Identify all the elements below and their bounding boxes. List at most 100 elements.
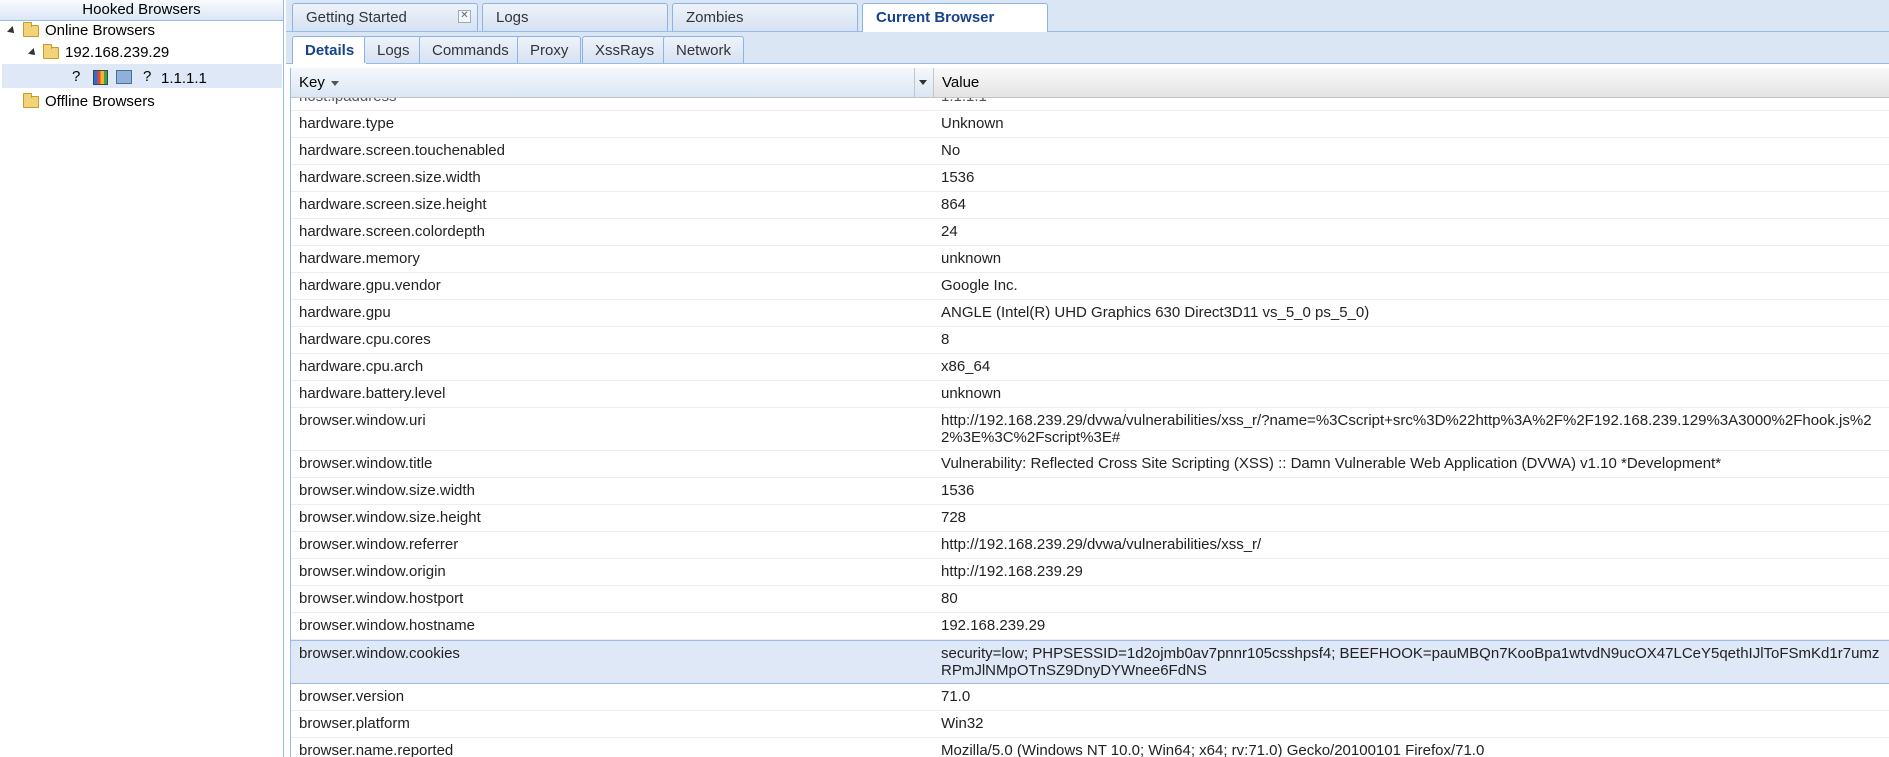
table-row[interactable]: hardware.memory unknown [291, 246, 1889, 273]
table-row[interactable]: hardware.type Unknown [291, 111, 1889, 138]
row-key: hardware.memory [299, 250, 420, 267]
table-row[interactable]: hardware.gpu ANGLE (Intel(R) UHD Graphics… [291, 300, 1889, 327]
table-row[interactable]: browser.platform Win32 [291, 711, 1889, 738]
column-header-value[interactable]: Value [934, 68, 1889, 97]
row-key: hardware.screen.size.height [299, 196, 487, 213]
tab-commands[interactable]: Commands [419, 36, 522, 63]
row-key: hardware.gpu.vendor [299, 277, 441, 294]
table-row[interactable]: hardware.gpu.vendor Google Inc. [291, 273, 1889, 300]
panel-title: Hooked Browsers [0, 0, 283, 21]
table-row[interactable]: browser.window.origin http://192.168.239.… [291, 559, 1889, 586]
tab-label: XssRays [595, 42, 655, 59]
tab-network[interactable]: Network [663, 36, 745, 63]
folder-icon [43, 44, 59, 59]
hooked-browsers-panel: Hooked Browsers Online Browsers 192.168.… [0, 0, 284, 757]
row-key: hardware.type [299, 115, 395, 132]
tab-getting-started[interactable]: Getting Started ✕ [292, 3, 478, 31]
table-row[interactable]: hardware.screen.size.width 1536 [291, 165, 1889, 192]
row-value: Unknown [941, 115, 1004, 132]
row-value: ANGLE (Intel(R) UHD Graphics 630 Direct3… [941, 304, 1370, 321]
table-row[interactable]: browser.window.hostport 80 [291, 586, 1889, 613]
table-row[interactable]: hardware.cpu.cores 8 [291, 327, 1889, 354]
row-key: browser.window.cookies [299, 645, 460, 662]
row-key: hardware.screen.touchenabled [299, 142, 505, 159]
row-key: hardware.screen.size.width [299, 169, 481, 186]
main-panel: Getting Started ✕ Logs Zombies Current B… [286, 0, 1889, 757]
row-key: browser.window.title [299, 455, 433, 472]
column-header-label: Key [299, 74, 325, 91]
row-key: hardware.cpu.cores [299, 331, 431, 348]
row-key: browser.version [299, 688, 405, 705]
row-value: 8 [941, 331, 950, 348]
table-row[interactable]: hardware.battery.level unknown [291, 381, 1889, 408]
tab-zombies[interactable]: Zombies [672, 3, 858, 31]
folder-icon [23, 93, 39, 108]
details-grid: Key Value host.ipaddress1.1.1.1hardware.… [290, 68, 1889, 757]
tab-logs[interactable]: Logs [482, 3, 668, 31]
table-row[interactable]: browser.version 71.0 [291, 684, 1889, 711]
tab-xssrays[interactable]: XssRays [582, 36, 668, 63]
row-value: http://192.168.239.29/dvwa/vulnerabiliti… [941, 536, 1262, 553]
tree-label-ip: 192.168.239.29 [65, 44, 170, 61]
row-key: browser.window.origin [299, 563, 446, 580]
tree-label-offline: Offline Browsers [45, 93, 155, 110]
table-row[interactable]: hardware.screen.colordepth 24 [291, 219, 1889, 246]
column-header-key[interactable]: Key [291, 68, 934, 97]
table-row[interactable]: hardware.screen.size.height 864 [291, 192, 1889, 219]
row-key: browser.window.hostport [299, 590, 464, 607]
row-key: browser.window.hostname [299, 617, 475, 634]
row-key: hardware.screen.colordepth [299, 223, 485, 240]
tree-node-hooked-browser[interactable]: ? ? 1.1.1.1 [0, 66, 284, 88]
row-key: browser.window.size.height [299, 509, 481, 526]
row-value: No [941, 142, 961, 159]
table-row[interactable]: browser.window.hostname 192.168.239.29 [291, 613, 1889, 640]
table-row[interactable]: browser.window.size.width 1536 [291, 478, 1889, 505]
row-value: Vulnerability: Reflected Cross Site Scri… [941, 455, 1722, 472]
tree-node-online[interactable]: Online Browsers [0, 20, 284, 42]
table-row[interactable]: hardware.screen.touchenabled No [291, 138, 1889, 165]
folder-icon [23, 22, 39, 37]
row-key: browser.name.reported [299, 742, 454, 757]
table-row[interactable]: hardware.cpu.arch x86_64 [291, 354, 1889, 381]
row-key: browser.window.referrer [299, 536, 459, 553]
hooked-browser-ip: 1.1.1.1 [161, 70, 207, 87]
table-row[interactable]: browser.window.title Vulnerability: Refle… [291, 451, 1889, 478]
row-value: 1536 [941, 482, 975, 499]
row-value: http://192.168.239.29/dvwa/vulnerabiliti… [941, 412, 1872, 446]
tree-node-ip[interactable]: 192.168.239.29 [0, 42, 284, 64]
row-value: x86_64 [941, 358, 991, 375]
table-row[interactable]: browser.name.reported Mozilla/5.0 (Window… [291, 738, 1889, 757]
monitor-icon [116, 70, 132, 84]
row-value: http://192.168.239.29 [941, 563, 1083, 580]
row-value: Google Inc. [941, 277, 1018, 294]
row-value: 1536 [941, 169, 975, 186]
table-row[interactable]: browser.window.uri http://192.168.239.29/… [291, 408, 1889, 451]
tab-logs-sub[interactable]: Logs [364, 36, 423, 63]
tab-label: Current Browser [876, 9, 995, 26]
row-value: 80 [941, 590, 958, 607]
tree-node-offline[interactable]: Offline Browsers [0, 91, 284, 113]
tab-label: Proxy [530, 42, 569, 59]
close-icon[interactable]: ✕ [458, 10, 471, 23]
row-value: 24 [941, 223, 958, 240]
unknown-browser-icon: ? [72, 68, 81, 85]
sub-tab-bar: Details Logs Commands Proxy XssRays Netw… [286, 32, 1889, 64]
tab-label: Getting Started [306, 9, 407, 26]
table-row[interactable]: browser.window.size.height 728 [291, 505, 1889, 532]
expand-arrow-icon[interactable] [28, 48, 38, 58]
tab-proxy[interactable]: Proxy [517, 36, 582, 63]
row-value: unknown [941, 250, 1002, 267]
tab-current-browser[interactable]: Current Browser [862, 3, 1048, 32]
row-key: hardware.battery.level [299, 385, 446, 402]
table-row[interactable]: browser.window.referrer http://192.168.23… [291, 532, 1889, 559]
row-key: hardware.cpu.arch [299, 358, 424, 375]
table-row[interactable]: browser.window.cookies security=low; PHPS… [291, 640, 1889, 684]
row-key: browser.platform [299, 715, 410, 732]
sort-descending-icon [330, 80, 339, 86]
tab-label: Network [676, 42, 732, 59]
column-menu-icon[interactable] [914, 68, 931, 97]
expand-arrow-icon[interactable] [7, 26, 17, 36]
unknown-device-icon: ? [143, 68, 152, 85]
tab-details[interactable]: Details [292, 36, 368, 64]
row-value: Win32 [941, 715, 984, 732]
